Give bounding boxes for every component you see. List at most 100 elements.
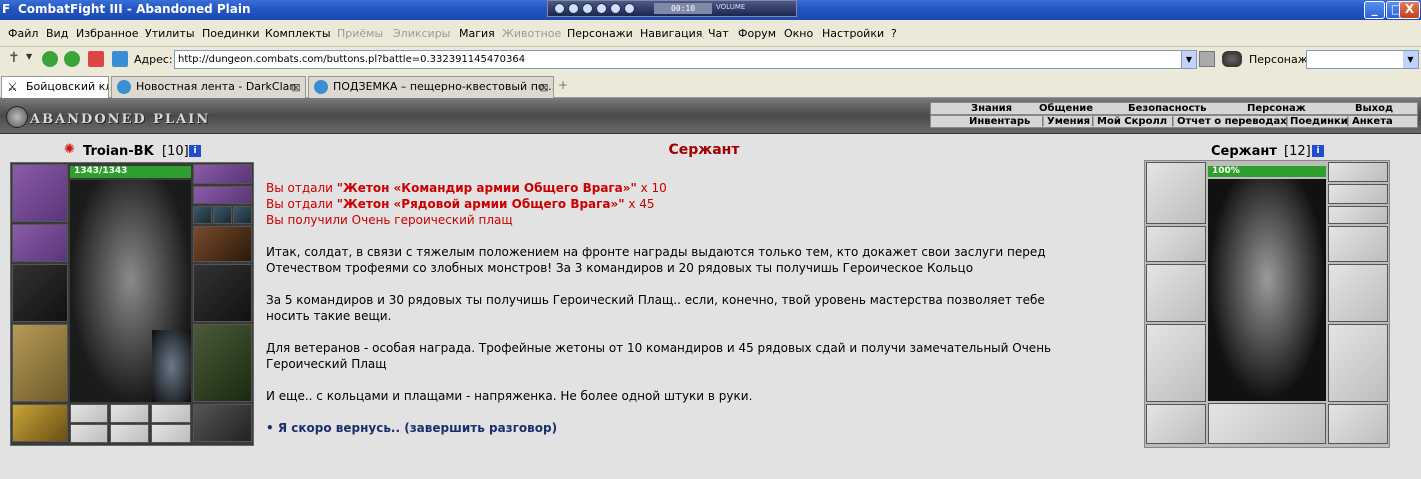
stop-icon[interactable] — [596, 3, 607, 14]
exit-link-text[interactable]: Я скоро вернусь.. (завершить разговор) — [278, 421, 557, 435]
go-icon[interactable] — [1199, 51, 1215, 67]
ring-slot[interactable] — [213, 206, 232, 224]
legs-slot[interactable] — [193, 324, 252, 402]
weapon-slot-left[interactable] — [1146, 264, 1206, 322]
info-icon[interactable]: i — [1312, 145, 1324, 157]
belt-slot[interactable] — [1146, 404, 1206, 444]
forward-icon[interactable] — [64, 51, 80, 67]
close-tab-icon[interactable]: ⊠ — [290, 82, 302, 94]
pause-icon[interactable] — [582, 3, 593, 14]
game-submenu-transfer-report[interactable]: Отчет о переводах — [1177, 116, 1287, 127]
tab-dungeon[interactable]: ПОДЗЕМКА – пещерно-квестовый по... — [308, 76, 554, 98]
gloves-slot[interactable] — [1328, 226, 1388, 262]
close-window-button[interactable]: X — [1399, 1, 1420, 19]
armor-slot[interactable] — [1146, 324, 1206, 402]
volume-label: VOLUME — [716, 3, 746, 11]
minimize-button[interactable]: _ — [1364, 1, 1385, 19]
scroll-slot[interactable] — [70, 424, 108, 443]
scroll-slot[interactable] — [1208, 403, 1326, 444]
menu-item-favorites[interactable]: Избранное — [76, 27, 138, 40]
game-menu-communication[interactable]: Общение — [1039, 103, 1093, 115]
npc-name[interactable]: Сержант — [1211, 144, 1277, 159]
helmet-slot[interactable] — [1146, 162, 1206, 224]
menu-item-help[interactable]: ? — [891, 27, 897, 40]
given-item: "Жетон «Рядовой армии Общего Врага»" — [336, 197, 625, 211]
bullet: • — [266, 421, 274, 435]
exit-dialog-link[interactable]: • Я скоро вернусь.. (завершить разговор) — [266, 420, 557, 436]
game-menu-knowledge[interactable]: Знания — [971, 103, 1012, 115]
menu-item-fights[interactable]: Поединки — [202, 27, 260, 40]
stop-load-icon[interactable] — [88, 51, 104, 67]
rune-slot[interactable] — [151, 404, 191, 423]
eject-icon[interactable] — [624, 3, 635, 14]
menu-item-forum[interactable]: Форум — [738, 27, 776, 40]
player-level: [10] — [162, 144, 189, 159]
rune-slot[interactable] — [70, 404, 108, 423]
info-icon[interactable]: i — [189, 145, 201, 157]
clan-emblem-icon[interactable]: ✺ — [64, 143, 80, 157]
game-submenu-my-scroll[interactable]: Мой Скролл — [1097, 116, 1167, 127]
menu-item-window[interactable]: Окно — [784, 27, 813, 40]
tab-news-darkclan[interactable]: Новостная лента - DarkClan — [111, 76, 306, 98]
amulet-slot[interactable] — [193, 186, 252, 204]
menu-item-utilities[interactable]: Утилиты — [145, 27, 195, 40]
menu-item-file[interactable]: Файл — [8, 27, 38, 40]
dropdown-arrow-icon[interactable]: ▼ — [26, 52, 32, 61]
game-menu-character[interactable]: Персонаж — [1247, 103, 1306, 115]
prev-icon[interactable] — [554, 3, 565, 14]
users-icon[interactable] — [1222, 51, 1242, 67]
menu-item-navigation[interactable]: Навигация — [640, 27, 702, 40]
game-menu-exit[interactable]: Выход — [1355, 103, 1393, 115]
address-dropdown-icon[interactable]: ▼ — [1181, 51, 1196, 68]
player-hp-bar: 1343/1343 — [70, 166, 191, 178]
dialog-title: Сержант — [668, 142, 740, 158]
rune-slot[interactable] — [110, 404, 149, 423]
menu-item-settings[interactable]: Настройки — [822, 27, 884, 40]
belt-slot[interactable] — [12, 404, 68, 442]
game-menu-security[interactable]: Безопасность — [1128, 103, 1207, 115]
refresh-icon[interactable] — [112, 51, 128, 67]
game-submenu-skills[interactable]: Умения — [1047, 116, 1090, 127]
play-icon[interactable] — [568, 3, 579, 14]
menu-separator: | — [1091, 116, 1095, 127]
window-title: CombatFight III - Abandoned Plain — [18, 2, 251, 16]
boots-slot[interactable] — [193, 404, 252, 442]
weapon-slot-right[interactable] — [193, 264, 252, 322]
helmet-slot[interactable] — [12, 164, 68, 222]
next-icon[interactable] — [610, 3, 621, 14]
bracers-slot[interactable] — [1146, 226, 1206, 262]
menu-item-view[interactable]: Вид — [46, 27, 68, 40]
scroll-slot[interactable] — [151, 424, 191, 443]
menu-item-characters[interactable]: Персонажи — [567, 27, 633, 40]
npc-avatar[interactable] — [1208, 179, 1326, 401]
boots-slot[interactable] — [1328, 404, 1388, 444]
menu-item-sets[interactable]: Комплекты — [265, 27, 331, 40]
tab-fight-club[interactable]: ⚔ Бойцовский клуб — [1, 76, 109, 98]
character-dropdown-icon[interactable]: ▼ — [1403, 51, 1418, 68]
ring-slot[interactable] — [193, 206, 212, 224]
pet-avatar[interactable] — [152, 330, 191, 402]
rings-slot[interactable] — [1328, 206, 1388, 224]
amulet-slot[interactable] — [1328, 184, 1388, 204]
game-submenu-fights[interactable]: Поединки — [1290, 116, 1348, 127]
gloves-slot[interactable] — [193, 226, 252, 262]
earrings-slot[interactable] — [1328, 162, 1388, 182]
shield-slot[interactable] — [1328, 264, 1388, 322]
weapon-slot-left[interactable] — [12, 264, 68, 322]
back-icon[interactable] — [42, 51, 58, 67]
pin-icon[interactable]: ✝ — [8, 50, 20, 66]
game-submenu-inventory[interactable]: Инвентарь — [969, 116, 1030, 127]
close-tab-icon[interactable]: ⊠ — [538, 82, 550, 94]
scroll-slot[interactable] — [110, 424, 149, 443]
earrings-slot[interactable] — [193, 164, 252, 184]
menu-item-chat[interactable]: Чат — [708, 27, 729, 40]
ring-slot[interactable] — [233, 206, 252, 224]
bracers-slot[interactable] — [12, 224, 68, 262]
legs-slot[interactable] — [1328, 324, 1388, 402]
player-name[interactable]: Troian-BK — [83, 144, 154, 159]
menu-item-magic[interactable]: Магия — [459, 27, 495, 40]
address-input[interactable]: http://dungeon.combats.com/buttons.pl?ba… — [174, 50, 1197, 69]
game-submenu-profile[interactable]: Анкета — [1352, 116, 1393, 127]
new-tab-icon[interactable]: + — [558, 79, 570, 91]
armor-slot[interactable] — [12, 324, 68, 402]
